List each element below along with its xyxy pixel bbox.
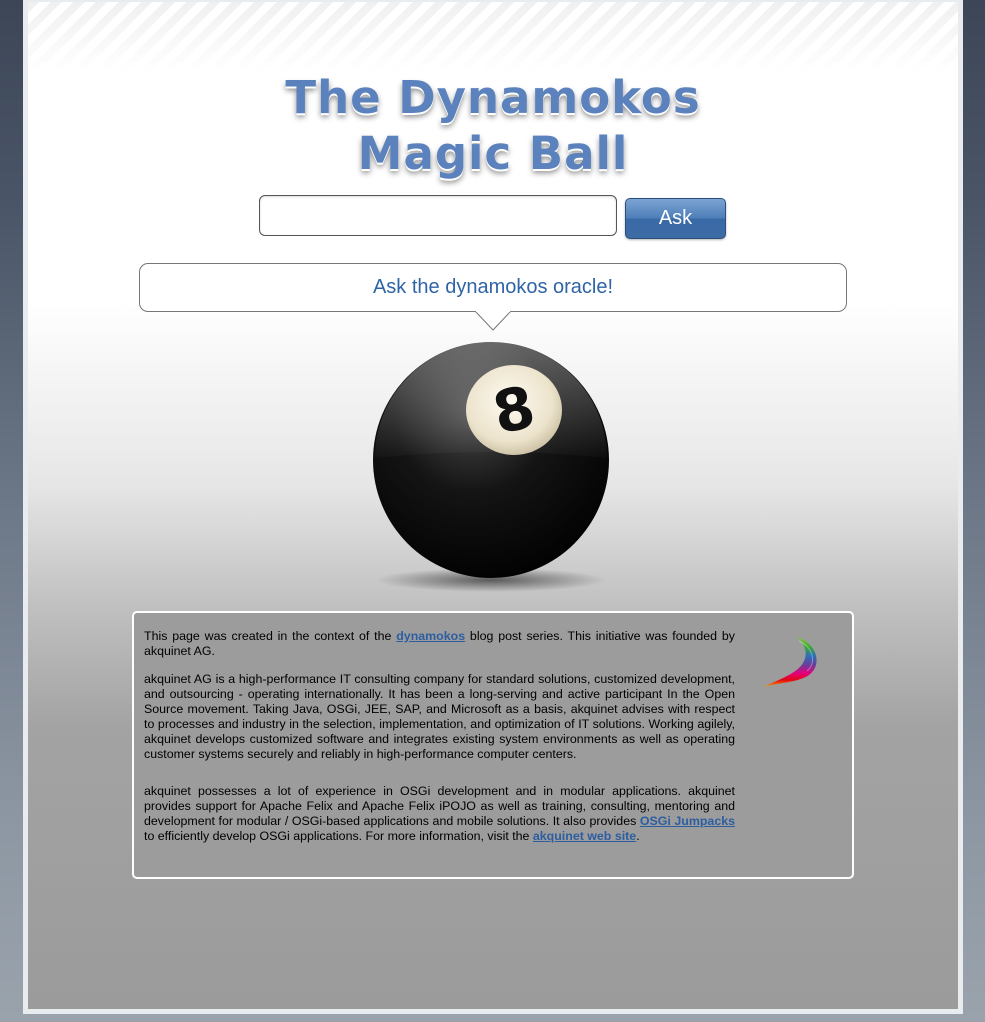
info-panel: This page was created in the context of … <box>132 611 854 879</box>
dynamokos-link[interactable]: dynamokos <box>396 629 465 643</box>
magic-8-ball[interactable]: 8 <box>366 338 616 598</box>
oracle-speech-bubble: Ask the dynamokos oracle! <box>139 263 847 312</box>
speech-bubble-tail <box>475 311 511 331</box>
title-line-2: Magic Ball <box>357 127 629 180</box>
ask-button[interactable]: Ask <box>625 198 726 239</box>
akquinet-logo-icon <box>763 637 817 687</box>
header-stripes <box>28 2 958 72</box>
page-frame: The Dynamokos Magic Ball Ask Ask the dyn… <box>23 0 963 1014</box>
info-osgi-paragraph: akquinet possesses a lot of experience i… <box>144 784 735 843</box>
akquinet-website-link[interactable]: akquinet web site <box>533 829 636 843</box>
osgi-jumpacks-link[interactable]: OSGi Jumpacks <box>640 814 735 828</box>
info-intro: This page was created in the context of … <box>144 629 735 658</box>
page-title: The Dynamokos Magic Ball <box>28 70 958 182</box>
info-company-description: akquinet AG is a high-performance IT con… <box>144 672 735 761</box>
title-line-1: The Dynamokos <box>285 71 701 124</box>
question-input[interactable] <box>259 195 617 236</box>
